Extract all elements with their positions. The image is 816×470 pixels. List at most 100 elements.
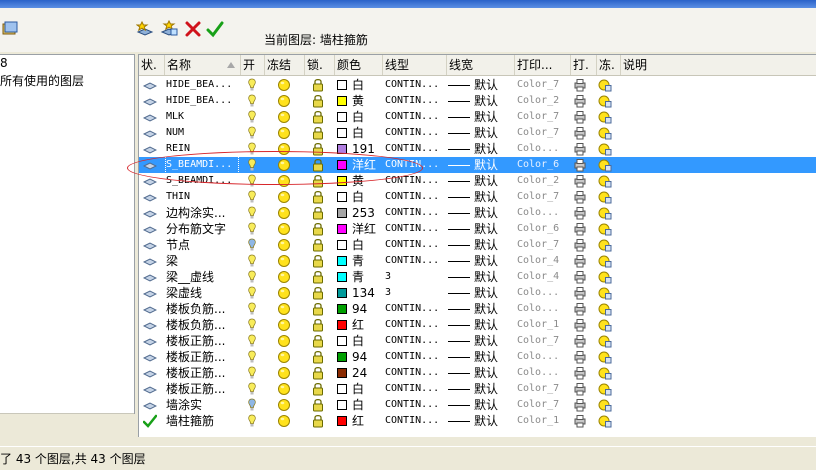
padlock-icon[interactable] [311,78,325,92]
sun-icon[interactable] [277,254,291,268]
light-bulb-icon[interactable] [245,318,259,332]
vp-freeze-sun-icon[interactable] [598,414,612,428]
layer-stack-icon[interactable] [142,334,158,348]
color-swatch[interactable] [337,192,347,202]
sun-icon[interactable] [277,238,291,252]
sun-icon[interactable] [277,270,291,284]
layer-name[interactable]: 楼板正筋... [166,333,238,349]
lineweight[interactable]: 默认 [474,413,512,429]
light-bulb-icon[interactable] [245,126,259,140]
lineweight[interactable]: 默认 [474,189,512,205]
plot-style[interactable]: Colo... [517,205,569,221]
layer-name[interactable]: 边构涂实... [166,205,238,221]
printer-icon[interactable] [573,302,587,316]
layer-row[interactable]: MLK 白 CONTIN... 默认 Color_7 [139,109,816,125]
light-bulb-icon[interactable] [245,94,259,108]
lineweight[interactable]: 默认 [474,301,512,317]
vp-freeze-sun-icon[interactable] [598,142,612,156]
printer-icon[interactable] [573,94,587,108]
layer-name[interactable]: 节点 [166,237,238,253]
plot-style[interactable]: Color_7 [517,397,569,413]
color-swatch[interactable] [337,96,347,106]
sun-icon[interactable] [277,286,291,300]
layer-stack-icon[interactable] [142,110,158,124]
printer-icon[interactable] [573,78,587,92]
linetype[interactable]: CONTIN... [385,205,445,221]
plot-style[interactable]: Colo... [517,365,569,381]
color-swatch[interactable] [337,288,347,298]
lineweight[interactable]: 默认 [474,173,512,189]
vp-freeze-sun-icon[interactable] [598,174,612,188]
light-bulb-icon[interactable] [245,414,259,428]
light-bulb-icon[interactable] [245,286,259,300]
sun-icon[interactable] [277,366,291,380]
light-bulb-icon[interactable] [245,270,259,284]
plot-style[interactable]: Color_7 [517,333,569,349]
color-label[interactable]: 白 [352,237,384,253]
set-current-icon[interactable] [206,20,224,38]
color-swatch[interactable] [337,416,347,426]
color-label[interactable]: 253 [352,205,384,221]
layer-name[interactable]: 楼板正筋... [166,365,238,381]
padlock-icon[interactable] [311,414,325,428]
linetype[interactable]: 3 [385,285,445,301]
printer-icon[interactable] [573,238,587,252]
padlock-icon[interactable] [311,238,325,252]
layer-stack-icon[interactable] [142,302,158,316]
plot-style[interactable]: Color_2 [517,173,569,189]
padlock-icon[interactable] [311,222,325,236]
col-plot[interactable]: 打. [571,55,597,75]
plot-style[interactable]: Colo... [517,301,569,317]
plot-style[interactable]: Colo... [517,285,569,301]
color-swatch[interactable] [337,384,347,394]
printer-icon[interactable] [573,318,587,332]
linetype[interactable]: CONTIN... [385,221,445,237]
sun-icon[interactable] [277,414,291,428]
layer-stack-icon[interactable] [142,126,158,140]
padlock-icon[interactable] [311,190,325,204]
color-label[interactable]: 青 [352,269,384,285]
linetype[interactable]: CONTIN... [385,365,445,381]
layer-stack-icon[interactable] [142,270,158,284]
plot-style[interactable]: Color_7 [517,125,569,141]
color-label[interactable]: 94 [352,349,384,365]
vp-freeze-sun-icon[interactable] [598,238,612,252]
vp-freeze-sun-icon[interactable] [598,302,612,316]
sun-icon[interactable] [277,318,291,332]
layer-stack-icon[interactable] [142,286,158,300]
color-label[interactable]: 白 [352,397,384,413]
layer-stack-icon[interactable] [142,254,158,268]
layer-row[interactable]: 楼板负筋... 94 CONTIN... 默认 Colo... [139,301,816,317]
lineweight[interactable]: 默认 [474,237,512,253]
padlock-icon[interactable] [311,302,325,316]
plot-style[interactable]: Color_1 [517,413,569,429]
light-bulb-icon[interactable] [245,350,259,364]
plot-style[interactable]: Color_7 [517,381,569,397]
layer-stack-icon[interactable] [142,190,158,204]
color-label[interactable]: 红 [352,317,384,333]
layer-name[interactable]: 梁虚线 [166,285,238,301]
light-bulb-icon[interactable] [245,382,259,396]
printer-icon[interactable] [573,254,587,268]
color-label[interactable]: 94 [352,301,384,317]
linetype[interactable]: CONTIN... [385,125,445,141]
linetype[interactable]: CONTIN... [385,317,445,333]
linetype[interactable]: CONTIN... [385,141,445,157]
light-bulb-icon[interactable] [245,302,259,316]
lineweight[interactable]: 默认 [474,221,512,237]
color-swatch[interactable] [337,224,347,234]
layer-row[interactable]: 楼板正筋... 94 CONTIN... 默认 Colo... [139,349,816,365]
vp-freeze-sun-icon[interactable] [598,222,612,236]
col-vp-freeze[interactable]: 冻. [597,55,621,75]
sun-icon[interactable] [277,302,291,316]
sun-icon[interactable] [277,94,291,108]
layer-row[interactable]: 墙涂实 白 CONTIN... 默认 Color_7 [139,397,816,413]
plot-style[interactable]: Color_6 [517,221,569,237]
sun-icon[interactable] [277,222,291,236]
color-swatch[interactable] [337,128,347,138]
layer-row[interactable]: HIDE_BEA... 黄 CONTIN... 默认 Color_2 [139,93,816,109]
col-freeze[interactable]: 冻结 [265,55,305,75]
sun-icon[interactable] [277,126,291,140]
color-swatch[interactable] [337,112,347,122]
col-lock[interactable]: 锁. [305,55,335,75]
